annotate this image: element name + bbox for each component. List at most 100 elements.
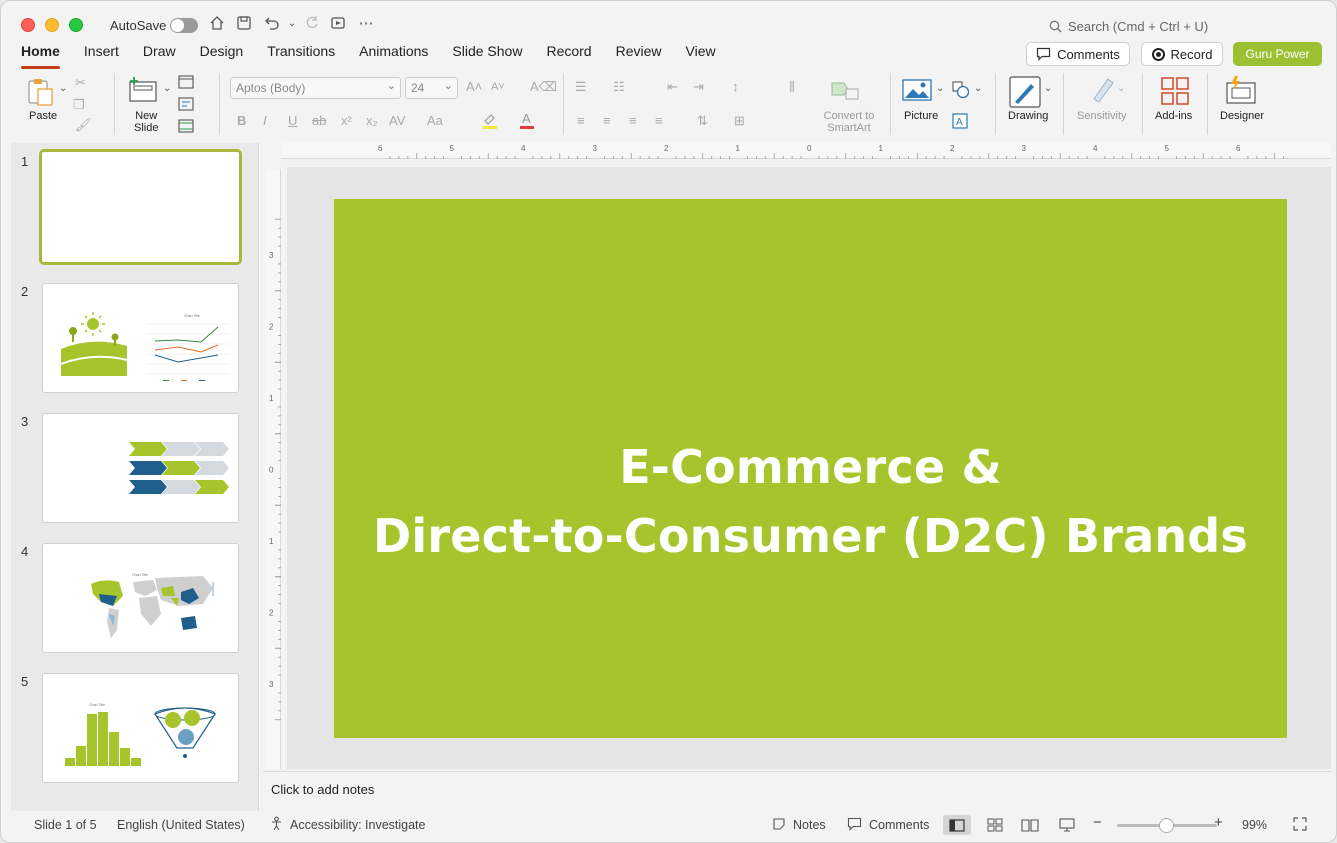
notes-button-label[interactable]: Notes <box>793 818 826 832</box>
format-painter-icon[interactable]: 🖌 <box>75 117 92 133</box>
accessibility-icon[interactable] <box>269 816 284 834</box>
redo-icon[interactable] <box>303 15 321 33</box>
tab-review[interactable]: Review <box>616 43 674 65</box>
superscript-icon[interactable]: x² <box>341 113 352 128</box>
section-icon[interactable] <box>178 119 194 136</box>
add-ins-icon[interactable] <box>1160 76 1190 109</box>
designer-icon[interactable] <box>1225 75 1257 108</box>
textbox-icon[interactable]: A <box>952 113 968 132</box>
highlight-icon[interactable] <box>481 111 499 132</box>
align-center-icon[interactable]: ≡ <box>603 113 611 128</box>
undo-icon[interactable] <box>263 15 281 33</box>
subscript-icon[interactable]: x₂ <box>366 113 378 128</box>
slide-thumbnail-5[interactable]: Chart Title <box>42 673 239 783</box>
decrease-font-icon[interactable]: A˅ <box>491 81 505 93</box>
slide-number: 5 <box>21 674 29 689</box>
align-left-icon[interactable]: ≡ <box>577 113 585 128</box>
smartart-icon[interactable] <box>830 79 860 106</box>
autosave-toggle[interactable] <box>170 18 198 33</box>
justify-icon[interactable]: ≡ <box>655 113 663 128</box>
strikethrough-icon[interactable]: ab <box>312 113 326 128</box>
close-window-button[interactable] <box>21 18 35 32</box>
copy-icon[interactable]: ❐ <box>73 97 85 113</box>
shapes-dropdown-icon[interactable]: ⌄ <box>974 83 982 94</box>
language-indicator[interactable]: English (United States) <box>117 818 245 832</box>
presenter-view-button[interactable] <box>1053 815 1081 835</box>
slide-thumbnail-3[interactable] <box>42 413 239 523</box>
reading-view-button[interactable] <box>1016 815 1044 835</box>
text-direction-icon[interactable]: ⇅ <box>697 113 708 129</box>
bullets-icon[interactable]: ☰ <box>575 79 587 95</box>
change-case-icon[interactable]: Aa <box>427 113 443 128</box>
zoom-out-icon[interactable]: − <box>1093 814 1102 831</box>
new-slide-dropdown-icon[interactable]: ⌄ <box>163 83 171 94</box>
font-size-select[interactable]: 24 <box>405 77 458 99</box>
minimize-window-button[interactable] <box>45 18 59 32</box>
ruler-label: 2 <box>950 144 955 153</box>
increase-indent-icon[interactable]: ⇥ <box>693 79 704 95</box>
undo-dropdown-icon[interactable]: ⌄ <box>283 15 301 33</box>
search-box[interactable]: Search (Cmd + Ctrl + U) <box>1049 19 1208 34</box>
paste-icon[interactable] <box>26 77 56 110</box>
character-spacing-icon[interactable]: AV <box>389 113 405 128</box>
line-spacing-icon[interactable]: ↕ <box>732 79 739 94</box>
numbering-icon[interactable]: ☷ <box>613 79 625 95</box>
tab-draw[interactable]: Draw <box>143 43 188 65</box>
picture-dropdown-icon[interactable]: ⌄ <box>936 83 944 94</box>
drawing-icon[interactable] <box>1009 76 1041 111</box>
tab-insert[interactable]: Insert <box>84 43 131 65</box>
underline-icon[interactable]: U <box>288 113 297 128</box>
tab-record[interactable]: Record <box>546 43 603 65</box>
tab-animations[interactable]: Animations <box>359 43 440 65</box>
slide-thumbnail-1[interactable] <box>39 149 242 265</box>
cut-icon[interactable]: ✂ <box>75 75 86 91</box>
slide-sorter-button[interactable] <box>981 815 1009 835</box>
comments-icon[interactable] <box>847 817 862 834</box>
zoom-level[interactable]: 99% <box>1242 818 1267 832</box>
home-icon[interactable] <box>208 15 226 33</box>
align-right-icon[interactable]: ≡ <box>629 113 637 128</box>
sensitivity-dropdown-icon[interactable]: ⌄ <box>1117 83 1125 94</box>
tab-slide-show[interactable]: Slide Show <box>452 43 534 65</box>
slide-thumbnail-4[interactable]: Chart Title <box>42 543 239 653</box>
bold-icon[interactable]: B <box>237 113 246 128</box>
italic-icon[interactable]: I <box>263 113 267 128</box>
record-button[interactable]: Record <box>1141 42 1223 66</box>
normal-view-button[interactable] <box>943 815 971 835</box>
present-icon[interactable] <box>329 15 347 33</box>
picture-icon[interactable] <box>902 79 932 104</box>
clear-format-icon[interactable]: A⌫ <box>530 79 557 95</box>
save-icon[interactable] <box>235 15 253 33</box>
zoom-window-button[interactable] <box>69 18 83 32</box>
slide-thumbnail-2[interactable]: Chart Title <box>42 283 239 393</box>
accessibility-status[interactable]: Accessibility: Investigate <box>290 818 425 832</box>
layout-icon[interactable] <box>178 75 194 92</box>
columns-icon[interactable]: ⫼ <box>789 79 795 95</box>
more-options-icon[interactable]: ⋯ <box>357 15 375 33</box>
reset-icon[interactable] <box>178 97 194 114</box>
tab-home[interactable]: Home <box>21 43 72 69</box>
notes-pane[interactable]: Click to add notes <box>263 771 1331 809</box>
tab-transitions[interactable]: Transitions <box>267 43 347 65</box>
decrease-indent-icon[interactable]: ⇤ <box>667 79 678 95</box>
zoom-slider-thumb[interactable] <box>1159 818 1174 833</box>
guru-power-button[interactable]: Guru Power <box>1233 42 1322 66</box>
tab-design[interactable]: Design <box>200 43 256 65</box>
drawing-dropdown-icon[interactable]: ⌄ <box>1044 83 1052 94</box>
paste-dropdown-icon[interactable]: ⌄ <box>59 83 67 94</box>
comments-button[interactable]: Comments <box>1026 42 1130 66</box>
align-text-icon[interactable]: ⊞ <box>734 113 745 129</box>
current-slide[interactable]: E-Commerce & Direct-to-Consumer (D2C) Br… <box>334 199 1287 738</box>
new-slide-icon[interactable] <box>128 75 158 108</box>
slide-title[interactable]: E-Commerce & Direct-to-Consumer (D2C) Br… <box>373 433 1248 571</box>
increase-font-icon[interactable]: A˄ <box>466 79 482 94</box>
fit-to-window-icon[interactable] <box>1293 817 1307 834</box>
font-name-select[interactable]: Aptos (Body) <box>230 77 401 99</box>
shapes-icon[interactable] <box>952 81 970 102</box>
sensitivity-icon[interactable] <box>1088 75 1116 106</box>
zoom-in-icon[interactable]: + <box>1214 814 1223 831</box>
comments-status-label[interactable]: Comments <box>869 818 929 832</box>
font-color-icon[interactable]: A <box>518 111 536 132</box>
tab-view[interactable]: View <box>686 43 728 65</box>
notes-icon[interactable] <box>772 817 786 834</box>
